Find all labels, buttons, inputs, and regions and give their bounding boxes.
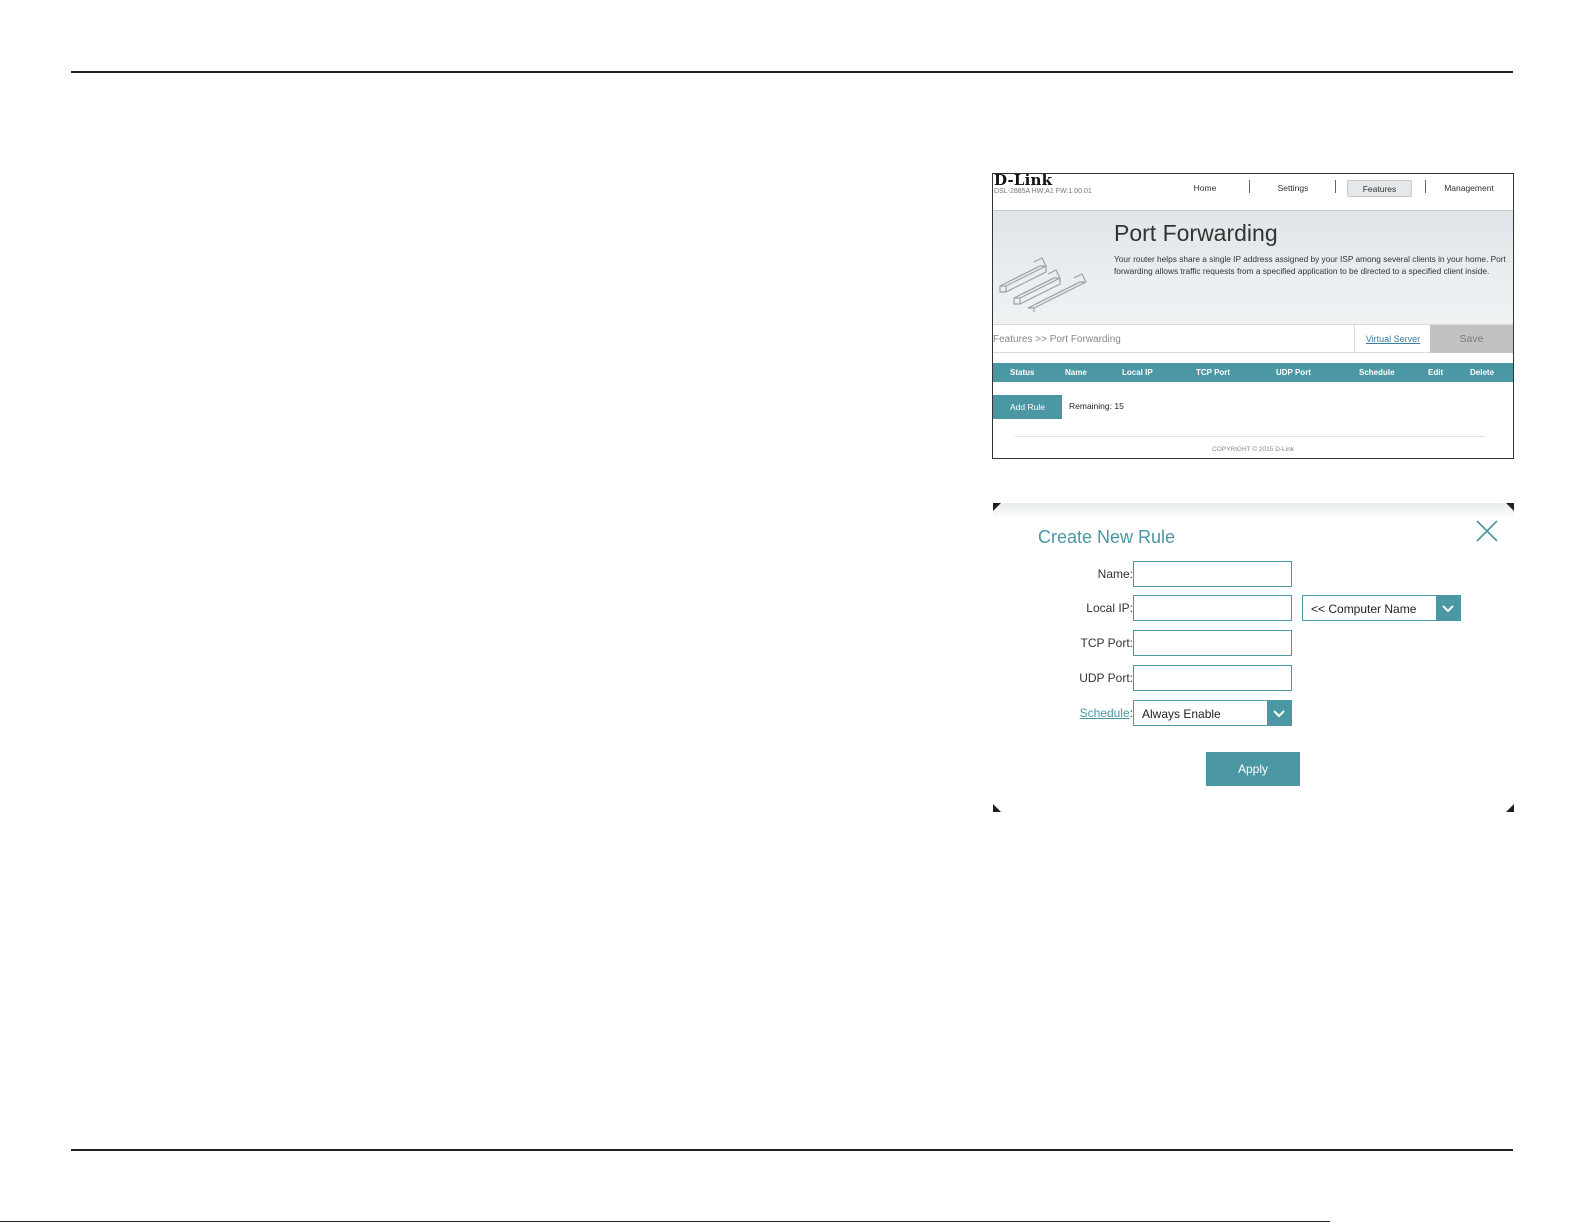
crop-mark (1506, 804, 1514, 812)
computer-name-select[interactable]: << Computer Name (1302, 595, 1461, 621)
breadcrumb: Features >> Port Forwarding (993, 334, 1121, 345)
brand-logo: D-Link (994, 173, 1053, 189)
header-rule (71, 71, 1513, 73)
port-forwarding-screenshot: D-Link DSL-2885A HW:A1 FW:1.00.01 Home S… (992, 173, 1514, 459)
crop-mark (1506, 503, 1514, 511)
column-header-edit: Edit (1428, 368, 1444, 377)
port-forwarding-illustration-icon (999, 257, 1087, 312)
rules-table-header: Status Name Local IP TCP Port UDP Port S… (993, 363, 1513, 382)
remaining-count: Remaining: 15 (1069, 401, 1124, 411)
create-rule-dialog: Create New Rule Name: Local IP: << Compu… (993, 503, 1514, 812)
footer-divider (1015, 436, 1485, 437)
name-label: Name: (1097, 567, 1133, 581)
model-info: DSL-2885A HW:A1 FW:1.00.01 (994, 188, 1092, 195)
chevron-down-icon (1436, 596, 1460, 620)
column-header-tcp-port: TCP Port (1196, 368, 1231, 377)
page-description: Your router helps share a single IP addr… (1114, 254, 1506, 276)
dialog-title: Create New Rule (1038, 527, 1176, 547)
schedule-select[interactable]: Always Enable (1133, 700, 1292, 726)
nav-management[interactable]: Management (1433, 180, 1505, 197)
router-topbar: D-Link DSL-2885A HW:A1 FW:1.00.01 Home S… (993, 174, 1513, 211)
nav-home[interactable]: Home (1181, 180, 1229, 197)
column-header-name: Name (1065, 368, 1087, 377)
close-icon[interactable] (1475, 519, 1499, 543)
hero-banner: Port Forwarding Your router helps share … (993, 211, 1513, 324)
nav-separator (1249, 180, 1250, 193)
schedule-link[interactable]: Schedule (1080, 706, 1130, 720)
breadcrumb-bar: Features >> Port Forwarding Virtual Serv… (993, 324, 1513, 353)
tcp-port-label: TCP Port: (1080, 636, 1133, 650)
udp-port-label: UDP Port: (1079, 671, 1133, 685)
chevron-down-icon (1267, 701, 1291, 725)
udp-port-input[interactable] (1133, 665, 1292, 691)
apply-button[interactable]: Apply (1206, 752, 1300, 786)
dialog-top-shade (993, 503, 1514, 519)
nav-separator (1425, 180, 1426, 193)
add-rule-button[interactable]: Add Rule (993, 395, 1062, 419)
name-input[interactable] (1133, 561, 1292, 587)
crop-mark (993, 804, 1001, 812)
column-header-local-ip: Local IP (1122, 368, 1153, 377)
local-ip-input[interactable] (1133, 595, 1292, 621)
computer-name-value: << Computer Name (1311, 602, 1417, 616)
crop-mark (993, 503, 1001, 511)
footer-rule (71, 1149, 1513, 1151)
nav-features[interactable]: Features (1347, 180, 1412, 197)
copyright-text: COPYRIGHT © 2015 D-Link (1212, 446, 1294, 453)
page-title: Port Forwarding (1114, 220, 1278, 246)
virtual-server-link[interactable]: Virtual Server (1354, 325, 1431, 353)
column-header-udp-port: UDP Port (1276, 368, 1311, 377)
tcp-port-input[interactable] (1133, 630, 1292, 656)
nav-settings[interactable]: Settings (1265, 180, 1321, 197)
local-ip-label: Local IP: (1086, 601, 1133, 615)
column-header-status: Status (1010, 368, 1035, 377)
page-edge-rule (0, 1221, 1330, 1222)
manual-page: D-Link DSL-2885A HW:A1 FW:1.00.01 Home S… (0, 0, 1585, 1225)
save-button[interactable]: Save (1430, 325, 1513, 353)
schedule-value: Always Enable (1142, 707, 1221, 721)
column-header-schedule: Schedule (1359, 368, 1395, 377)
nav-separator (1335, 180, 1336, 193)
schedule-label: Schedule: (993, 706, 1133, 720)
column-header-delete: Delete (1470, 368, 1495, 377)
